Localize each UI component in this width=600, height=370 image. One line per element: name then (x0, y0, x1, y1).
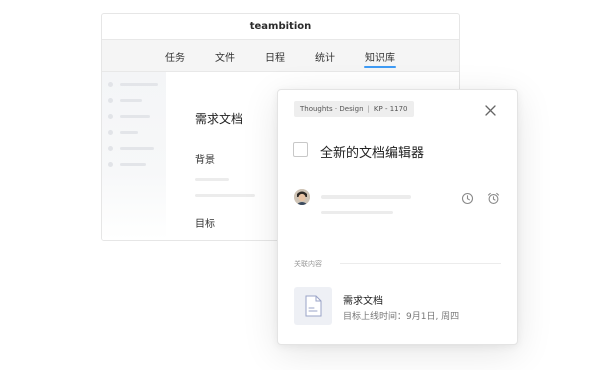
related-document-title[interactable]: 需求文档 (343, 292, 383, 307)
task-id: KP - 1170 (373, 105, 408, 113)
tab-statistics[interactable]: 统计 (315, 49, 335, 64)
alarm-clock-icon[interactable] (487, 192, 500, 205)
divider (340, 263, 501, 264)
related-document-thumbnail[interactable] (294, 287, 332, 325)
app-title: teambition (102, 14, 459, 40)
document-title: 需求文档 (195, 112, 244, 126)
tab-files[interactable]: 文件 (215, 49, 235, 64)
avatar[interactable] (294, 189, 310, 205)
close-icon[interactable] (484, 104, 497, 117)
task-title[interactable]: 全新的文档编辑器 (320, 142, 424, 161)
task-complete-checkbox[interactable] (293, 142, 308, 157)
placeholder-text-line (321, 195, 411, 199)
history-icon[interactable] (461, 192, 474, 205)
tab-calendar[interactable]: 日程 (265, 49, 285, 64)
tab-tasks[interactable]: 任务 (165, 49, 185, 64)
project-path: Thoughts · Design (300, 105, 364, 113)
document-icon (305, 295, 322, 317)
sidebar (102, 72, 166, 240)
section-heading-goal: 目标 (195, 219, 215, 230)
placeholder-text-line (321, 211, 393, 214)
placeholder-text-line (195, 194, 255, 197)
placeholder-text-line (195, 178, 229, 181)
related-document-subtitle: 目标上线时间：9月1日, 周四 (343, 312, 460, 322)
task-detail-card: Thoughts · Design | KP - 1170 全新的文档编辑器 关联内… (277, 89, 518, 345)
project-tag[interactable]: Thoughts · Design | KP - 1170 (294, 101, 414, 117)
top-nav: 任务 文件 日程 统计 知识库 (102, 40, 459, 72)
tab-knowledge-base[interactable]: 知识库 (364, 49, 396, 68)
section-heading-background: 背景 (195, 155, 215, 166)
related-content-label: 关联内容 (294, 260, 322, 268)
